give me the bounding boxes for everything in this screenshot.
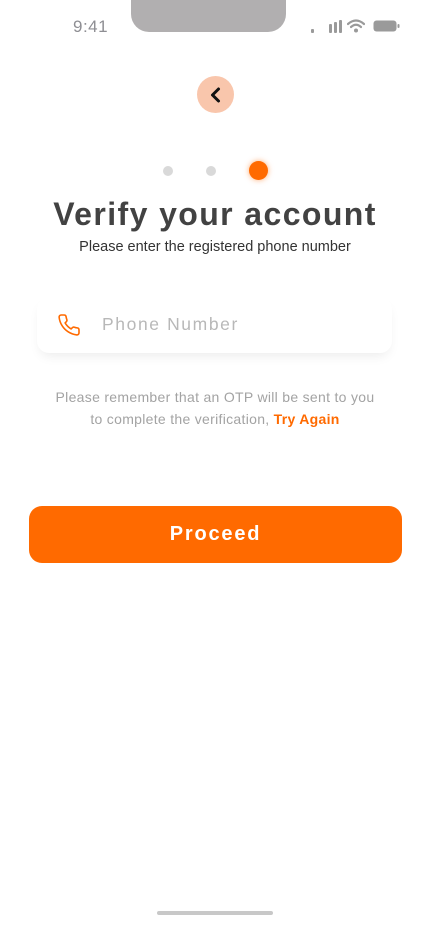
home-indicator bbox=[157, 911, 273, 915]
phone-icon bbox=[58, 314, 80, 336]
page-subtitle: Please enter the registered phone number bbox=[79, 239, 351, 255]
step-dot-2 bbox=[206, 166, 216, 176]
status-time: 9:41 bbox=[73, 17, 109, 36]
phone-number-input[interactable] bbox=[102, 311, 372, 337]
wifi-icon bbox=[347, 19, 365, 33]
page-title: Verify your account bbox=[53, 196, 377, 232]
cellular-signal-icon bbox=[311, 20, 342, 33]
otp-note-line-2-text: to complete the verification, bbox=[90, 411, 270, 427]
proceed-button[interactable]: Proceed bbox=[29, 506, 402, 563]
try-again-link[interactable]: Try Again bbox=[274, 411, 340, 427]
device-notch bbox=[131, 0, 286, 32]
battery-icon bbox=[373, 20, 400, 32]
back-button[interactable] bbox=[197, 76, 234, 113]
step-dot-3-active bbox=[249, 161, 268, 180]
otp-note-line-1: Please remember that an OTP will be sent… bbox=[55, 389, 375, 405]
step-dot-1 bbox=[163, 166, 173, 176]
status-icons bbox=[307, 18, 402, 38]
chevron-left-icon bbox=[210, 87, 220, 102]
otp-note-line-2: to complete the verification, Try Again bbox=[0, 408, 430, 430]
otp-note: Please remember that an OTP will be sent… bbox=[0, 386, 430, 430]
phone-number-field[interactable] bbox=[37, 297, 392, 353]
